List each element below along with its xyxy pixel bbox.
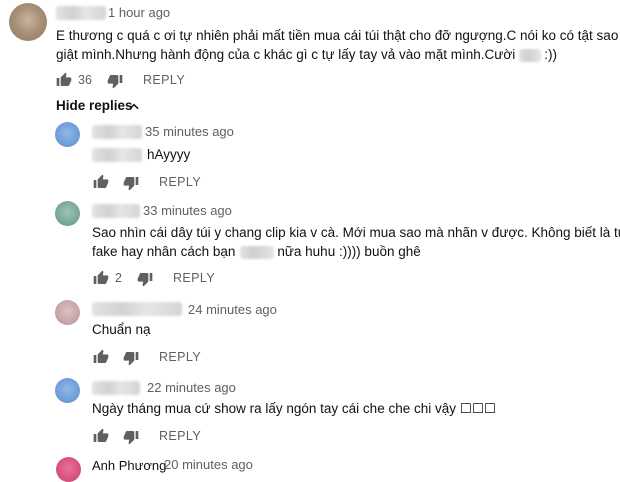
author-name-redacted[interactable]	[92, 204, 140, 218]
avatar[interactable]	[9, 3, 47, 41]
reply-time[interactable]: 35 minutes ago	[145, 124, 234, 139]
author-name-redacted[interactable]	[56, 6, 106, 20]
redacted-word	[240, 245, 275, 259]
reply-time[interactable]: 22 minutes ago	[147, 380, 236, 395]
reply-author[interactable]: Anh Phương	[92, 456, 166, 476]
thumbs-up-icon[interactable]	[92, 428, 110, 444]
thumbs-up-icon[interactable]	[92, 174, 110, 190]
avatar[interactable]	[55, 122, 80, 147]
author-name-redacted[interactable]	[92, 381, 140, 395]
reply-text-line2: fake hay nhân cách bạn nữa huhu :)))) buồ…	[92, 242, 421, 262]
author-name-redacted[interactable]	[92, 125, 142, 139]
like-count: 36	[78, 73, 92, 87]
redacted-word	[92, 148, 142, 162]
hide-replies-button[interactable]: Hide replies	[56, 98, 146, 116]
reply-time[interactable]: 33 minutes ago	[143, 203, 232, 218]
thumbs-up-icon[interactable]	[92, 349, 110, 365]
avatar[interactable]	[55, 201, 80, 226]
redacted-word	[519, 48, 542, 62]
comment-text-part: giật mình.Nhưng hành động của c khác gì …	[56, 47, 516, 62]
reply-text-part: nữa huhu :)))) buồn ghê	[277, 244, 421, 259]
like-count: 2	[115, 271, 122, 285]
thumbs-down-icon[interactable]	[122, 350, 140, 366]
thumbs-up-icon[interactable]	[55, 72, 73, 88]
reply-button[interactable]: REPLY	[159, 350, 201, 364]
hide-replies-label: Hide replies	[56, 98, 133, 113]
reply-button[interactable]: REPLY	[143, 73, 185, 87]
reply-text-line1: Sao nhìn cái dây túi y chang clip kia v …	[92, 225, 620, 240]
reply-text-part: fake hay nhân cách bạn	[92, 244, 236, 259]
comment-text-part: :))	[544, 47, 557, 62]
avatar[interactable]	[55, 300, 80, 325]
author-name-redacted[interactable]	[92, 302, 182, 316]
reply-button[interactable]: REPLY	[173, 271, 215, 285]
thumbs-down-icon[interactable]	[136, 271, 154, 287]
avatar[interactable]	[55, 378, 80, 403]
avatar[interactable]	[56, 457, 81, 482]
comment-text-line1: E thương c quá c ơi tự nhiên phải mất ti…	[56, 28, 620, 43]
reply-button[interactable]: REPLY	[159, 175, 201, 189]
thumbs-down-icon[interactable]	[106, 73, 124, 89]
reply-time[interactable]: 24 minutes ago	[188, 302, 277, 317]
chevron-up-icon	[129, 103, 139, 110]
thumbs-down-icon[interactable]	[122, 175, 140, 191]
reply-button[interactable]: REPLY	[159, 429, 201, 443]
reply-text: hAyyyy	[147, 147, 191, 162]
thumbs-up-icon[interactable]	[92, 270, 110, 286]
reply-text: Chuẩn nạ	[92, 322, 151, 337]
comment-time[interactable]: 1 hour ago	[108, 5, 170, 20]
reply-time[interactable]: 20 minutes ago	[164, 457, 253, 472]
thumbs-down-icon[interactable]	[122, 429, 140, 445]
comment-text-line2: giật mình.Nhưng hành động của c khác gì …	[56, 45, 557, 65]
reply-text: Ngày tháng mua cứ show ra lấy ngón tay c…	[92, 401, 497, 416]
